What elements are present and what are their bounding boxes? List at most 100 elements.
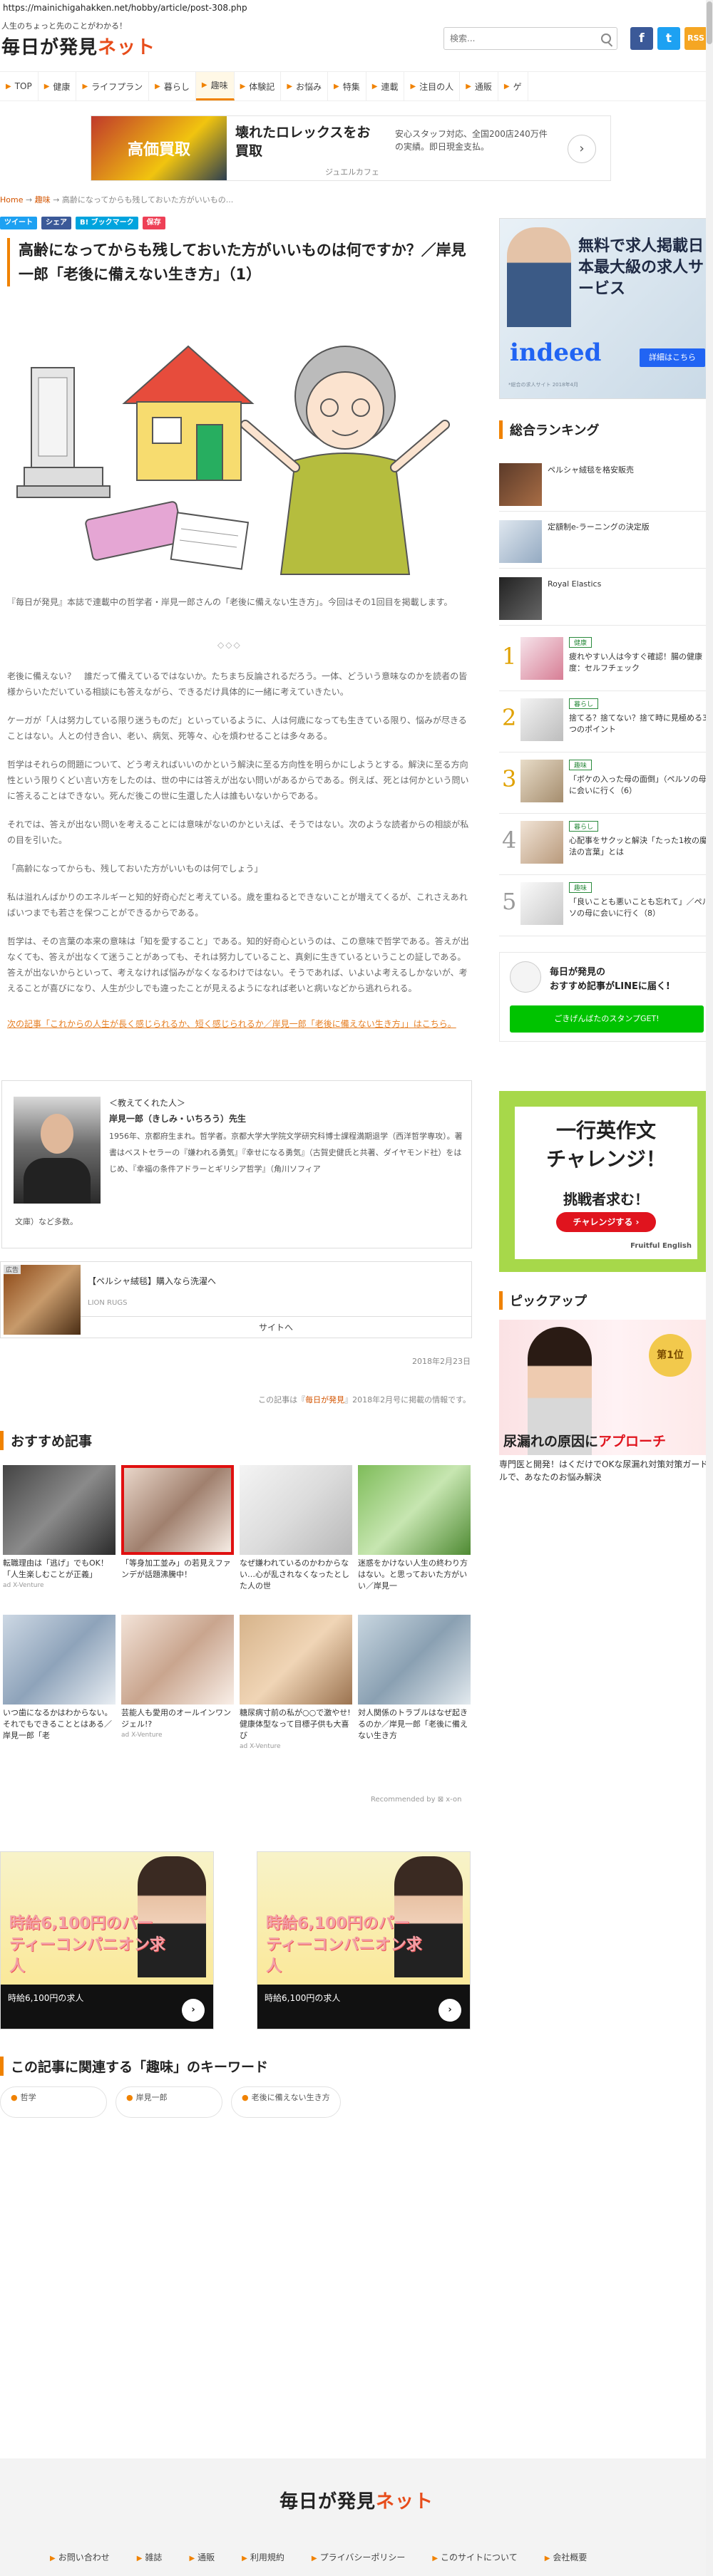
chevron-right-icon[interactable]: › (182, 1999, 205, 2022)
ranking-item[interactable]: 5 趣味 「良いことも悪いことも忘れて」／ペルソの母に会いに行く（8） (499, 876, 713, 936)
nav-item[interactable]: ▶ 暮らし (149, 72, 196, 100)
recommended-article[interactable]: 「等身加工並み」の若見えファンデが話題沸騰中！ (121, 1465, 234, 1581)
footer-link[interactable]: ▶ プライバシーポリシー (312, 2551, 405, 2563)
ranking-number: 1 (502, 643, 517, 670)
nav-item[interactable]: ▶ 連載 (366, 72, 405, 100)
ranking-item[interactable]: 2 暮らし 捨てる？捨てない？捨て時に見極める3つのポイント (499, 693, 713, 752)
footer-logo[interactable]: 毎日が発見ネット (0, 2487, 713, 2513)
pickup-heading: ピックアップ (499, 1291, 587, 1310)
facebook-button[interactable]: f (630, 27, 653, 50)
chevron-right-icon[interactable]: › (438, 1999, 461, 2022)
author-name: 岸見一郎（きしみ・いちろう）先生 (109, 1114, 247, 1124)
feedly-button[interactable]: RSS (684, 27, 707, 50)
breadcrumb-separator: → (25, 195, 33, 205)
twitter-button[interactable]: t (657, 27, 680, 50)
nav-item[interactable]: ▶ 通販 (460, 72, 498, 100)
ranking-ad-item[interactable]: ペルシャ絨毯を格安販売ad (499, 457, 713, 512)
next-article-link[interactable]: 次の記事「これからの人生が長く感じられるか、短く感じられるか／岸見一郎「老後に備… (7, 1019, 456, 1029)
recommended-article[interactable]: 糖尿病寸前の私が○○で激やせ!健康体型なって目標子供も大喜び ad X-Ventu… (240, 1615, 352, 1750)
ranking-thumbnail (499, 463, 542, 506)
body-paragraph: 「高齢になってからも、残しておいた方がいいものは何でしょう」 (7, 864, 263, 874)
pocket-button[interactable]: 保存 (142, 217, 165, 229)
banner-ad[interactable]: 時給6,100円のパーティーコンパニオン求人 時給6,100円の求人 › (0, 1851, 214, 2029)
scrollbar-thumb[interactable] (707, 1, 712, 44)
arrow-icon: ▶ (503, 82, 510, 90)
ad-card-go-button[interactable]: サイトへ (81, 1316, 471, 1338)
nav-item[interactable]: ▶ 注目の人 (404, 72, 461, 100)
site-tagline: 人生のちょっと先のことがわかる！ (1, 21, 127, 31)
sidebar-english-ad[interactable]: 一行英作文 チャレンジ！ 挑戦者求む！ チャレンジする › Fruitful E… (499, 1091, 713, 1272)
top-banner-ad[interactable]: 高価買取 壊れたロレックスをお買取 ジュエルカフェ 安心スタッフ対応、全国200… (91, 115, 611, 181)
recommended-title: 芸能人も愛用のオールインワンジェル!? (121, 1708, 231, 1729)
banner-ad[interactable]: 時給6,100円のパーティーコンパニオン求人 時給6,100円の求人 › (257, 1851, 471, 2029)
scrollbar[interactable] (706, 0, 713, 2576)
arrow-icon: ▶ (410, 82, 416, 90)
ad-card-sponsor: LION RUGS (88, 1299, 128, 1307)
recommended-article[interactable]: 対人関係のトラブルはなぜ起きるのか／岸見一郎「老後に備えない生き方 (358, 1615, 471, 1742)
ranking-ad-item[interactable]: Royal Elasticsad (499, 571, 713, 626)
search-icon[interactable] (601, 33, 611, 43)
ranking-thumbnail (520, 882, 563, 925)
category-badge: 暮らし (569, 698, 599, 709)
main-nav: ▶ TOP ▶ 健康 ▶ ライフプラン ▶ 暮らし ▶ 趣味 ▶ 体験記 ▶ お悩み ▶ 特集 ▶ 連載 ▶ 注目の人… (0, 71, 713, 101)
breadcrumb-home[interactable]: Home (0, 195, 23, 205)
recommended-title: 迷惑をかけない人生の終わり方はない。と思っておいた方がいい／岸見一 (358, 1558, 468, 1590)
nav-item[interactable]: ▶ 健康 (39, 72, 77, 100)
arrow-icon: ▶ (240, 82, 246, 90)
ranking-title: 疲れやすい人は今すぐ確認！腸の健康度：セルフチェック (569, 652, 702, 673)
nav-item[interactable]: ▶ 特集 (328, 72, 366, 100)
recommended-article[interactable]: なぜ嫌われているのかわからない…心が乱されなくなったとした人の世 (240, 1465, 352, 1592)
ranking-number: 4 (502, 827, 517, 854)
ranking-thumbnail (520, 698, 563, 741)
feedly-icon: RSS (687, 33, 704, 43)
footer-link[interactable]: ▶ お問い合わせ (50, 2551, 110, 2563)
nav-label: 連載 (381, 81, 399, 92)
recommended-article[interactable]: 転職理由は「逃げ」でもOK！「人生楽しむことが正義」 ad X-Venture (3, 1465, 116, 1589)
tweet-button[interactable]: ツイート (0, 217, 37, 229)
recommended-article[interactable]: 迷惑をかけない人生の終わり方はない。と思っておいた方がいい／岸見一 (358, 1465, 471, 1592)
pickup-caption[interactable]: 専門医と開発！はくだけでOKな尿漏れ対策対策ガードルで、あなたのお悩み解決 (499, 1458, 713, 1484)
native-ad-card[interactable]: 広告 【ペルシャ絨毯】購入なら洗濯へ LION RUGS サイトへ (0, 1261, 472, 1338)
ad-headline: 無料で求人掲載日本最大級の求人サービス (578, 237, 704, 298)
pickup-headline: 尿漏れの原因にアプローチ (503, 1431, 666, 1450)
footer-link[interactable]: ▶ 利用規約 (242, 2551, 284, 2563)
ranking-ad-item[interactable]: 定額制e-ラーニングの決定版ad (499, 514, 713, 569)
dot-icon: ● (242, 2093, 249, 2102)
keyword-tag[interactable]: ● 哲学 (0, 2086, 107, 2118)
keyword-tag[interactable]: ● 岸見一郎 (116, 2086, 222, 2118)
pickup-image[interactable]: 第1位 尿漏れの原因にアプローチ (499, 1320, 713, 1455)
facebook-share-button[interactable]: シェア (41, 217, 71, 229)
banner-ad-title: 時給6,100円のパーティーコンパニオン求人 (9, 1915, 165, 1975)
ad-details-button[interactable]: 詳細はこちら (640, 348, 705, 367)
nav-item[interactable]: ▶ ゲ (498, 72, 528, 100)
challenge-button[interactable]: チャレンジする › (556, 1212, 656, 1232)
ranking-item[interactable]: 4 暮らし 心配事をサクッと解決「たった1枚の魔法の言葉」とは (499, 815, 713, 875)
nav-item[interactable]: ▶ TOP (0, 72, 39, 100)
keyword-tag[interactable]: ● 老後に備えない生き方 (231, 2086, 341, 2118)
recommended-article[interactable]: 芸能人も愛用のオールインワンジェル!? ad X-Venture (121, 1615, 234, 1739)
chevron-right-icon[interactable]: › (568, 135, 596, 163)
line-stamp-button[interactable]: ごきげんばたのスタンプGET! (510, 1005, 704, 1033)
nav-item[interactable]: ▶ 体験記 (235, 72, 282, 100)
nav-item[interactable]: ▶ 趣味 (195, 72, 235, 100)
sidebar-indeed-ad[interactable]: 無料で求人掲載日本最大級の求人サービス indeed 詳細はこちら *総合の求人… (499, 218, 713, 399)
body-paragraph: 老後に備えない？ 誰だって備えているではないか。たちまち反論されるだろう。一体、… (7, 671, 468, 697)
author-photo (14, 1097, 101, 1204)
footer-link[interactable]: ▶ 会社概要 (545, 2551, 588, 2563)
ranking-number: 5 (502, 888, 517, 915)
footer-link[interactable]: ▶ 雑誌 (137, 2551, 163, 2563)
site-logo[interactable]: 毎日が発見ネット (1, 33, 155, 59)
ranking-item[interactable]: 3 趣味 「ボケの入った母の面倒」（ペルソの母に会いに行く（6） (499, 754, 713, 814)
nav-item[interactable]: ▶ ライフプラン (76, 72, 150, 100)
recommended-article[interactable]: いつ歯になるかはわからない。それでもできることとはある／岸見一郎「老 (3, 1615, 116, 1742)
search-input[interactable] (444, 28, 587, 49)
footer-link[interactable]: ▶ このサイトについて (432, 2551, 517, 2563)
breadcrumb-category[interactable]: 趣味 (35, 195, 51, 205)
ranking-item[interactable]: 1 健康 疲れやすい人は今すぐ確認！腸の健康度：セルフチェック (499, 631, 713, 691)
source-magazine-link[interactable]: 毎日が発見 (305, 1395, 344, 1405)
footer-link[interactable]: ▶ 通販 (189, 2551, 215, 2563)
nav-item[interactable]: ▶ お悩み (281, 72, 329, 100)
hatena-bookmark-button[interactable]: B! ブックマーク (76, 217, 138, 229)
body-paragraph: 哲学はそれらの問題について、どう考えればいいのかという解決に至る方向性を明らかに… (7, 760, 469, 801)
recommended-source: ad X-Venture (121, 1732, 163, 1739)
